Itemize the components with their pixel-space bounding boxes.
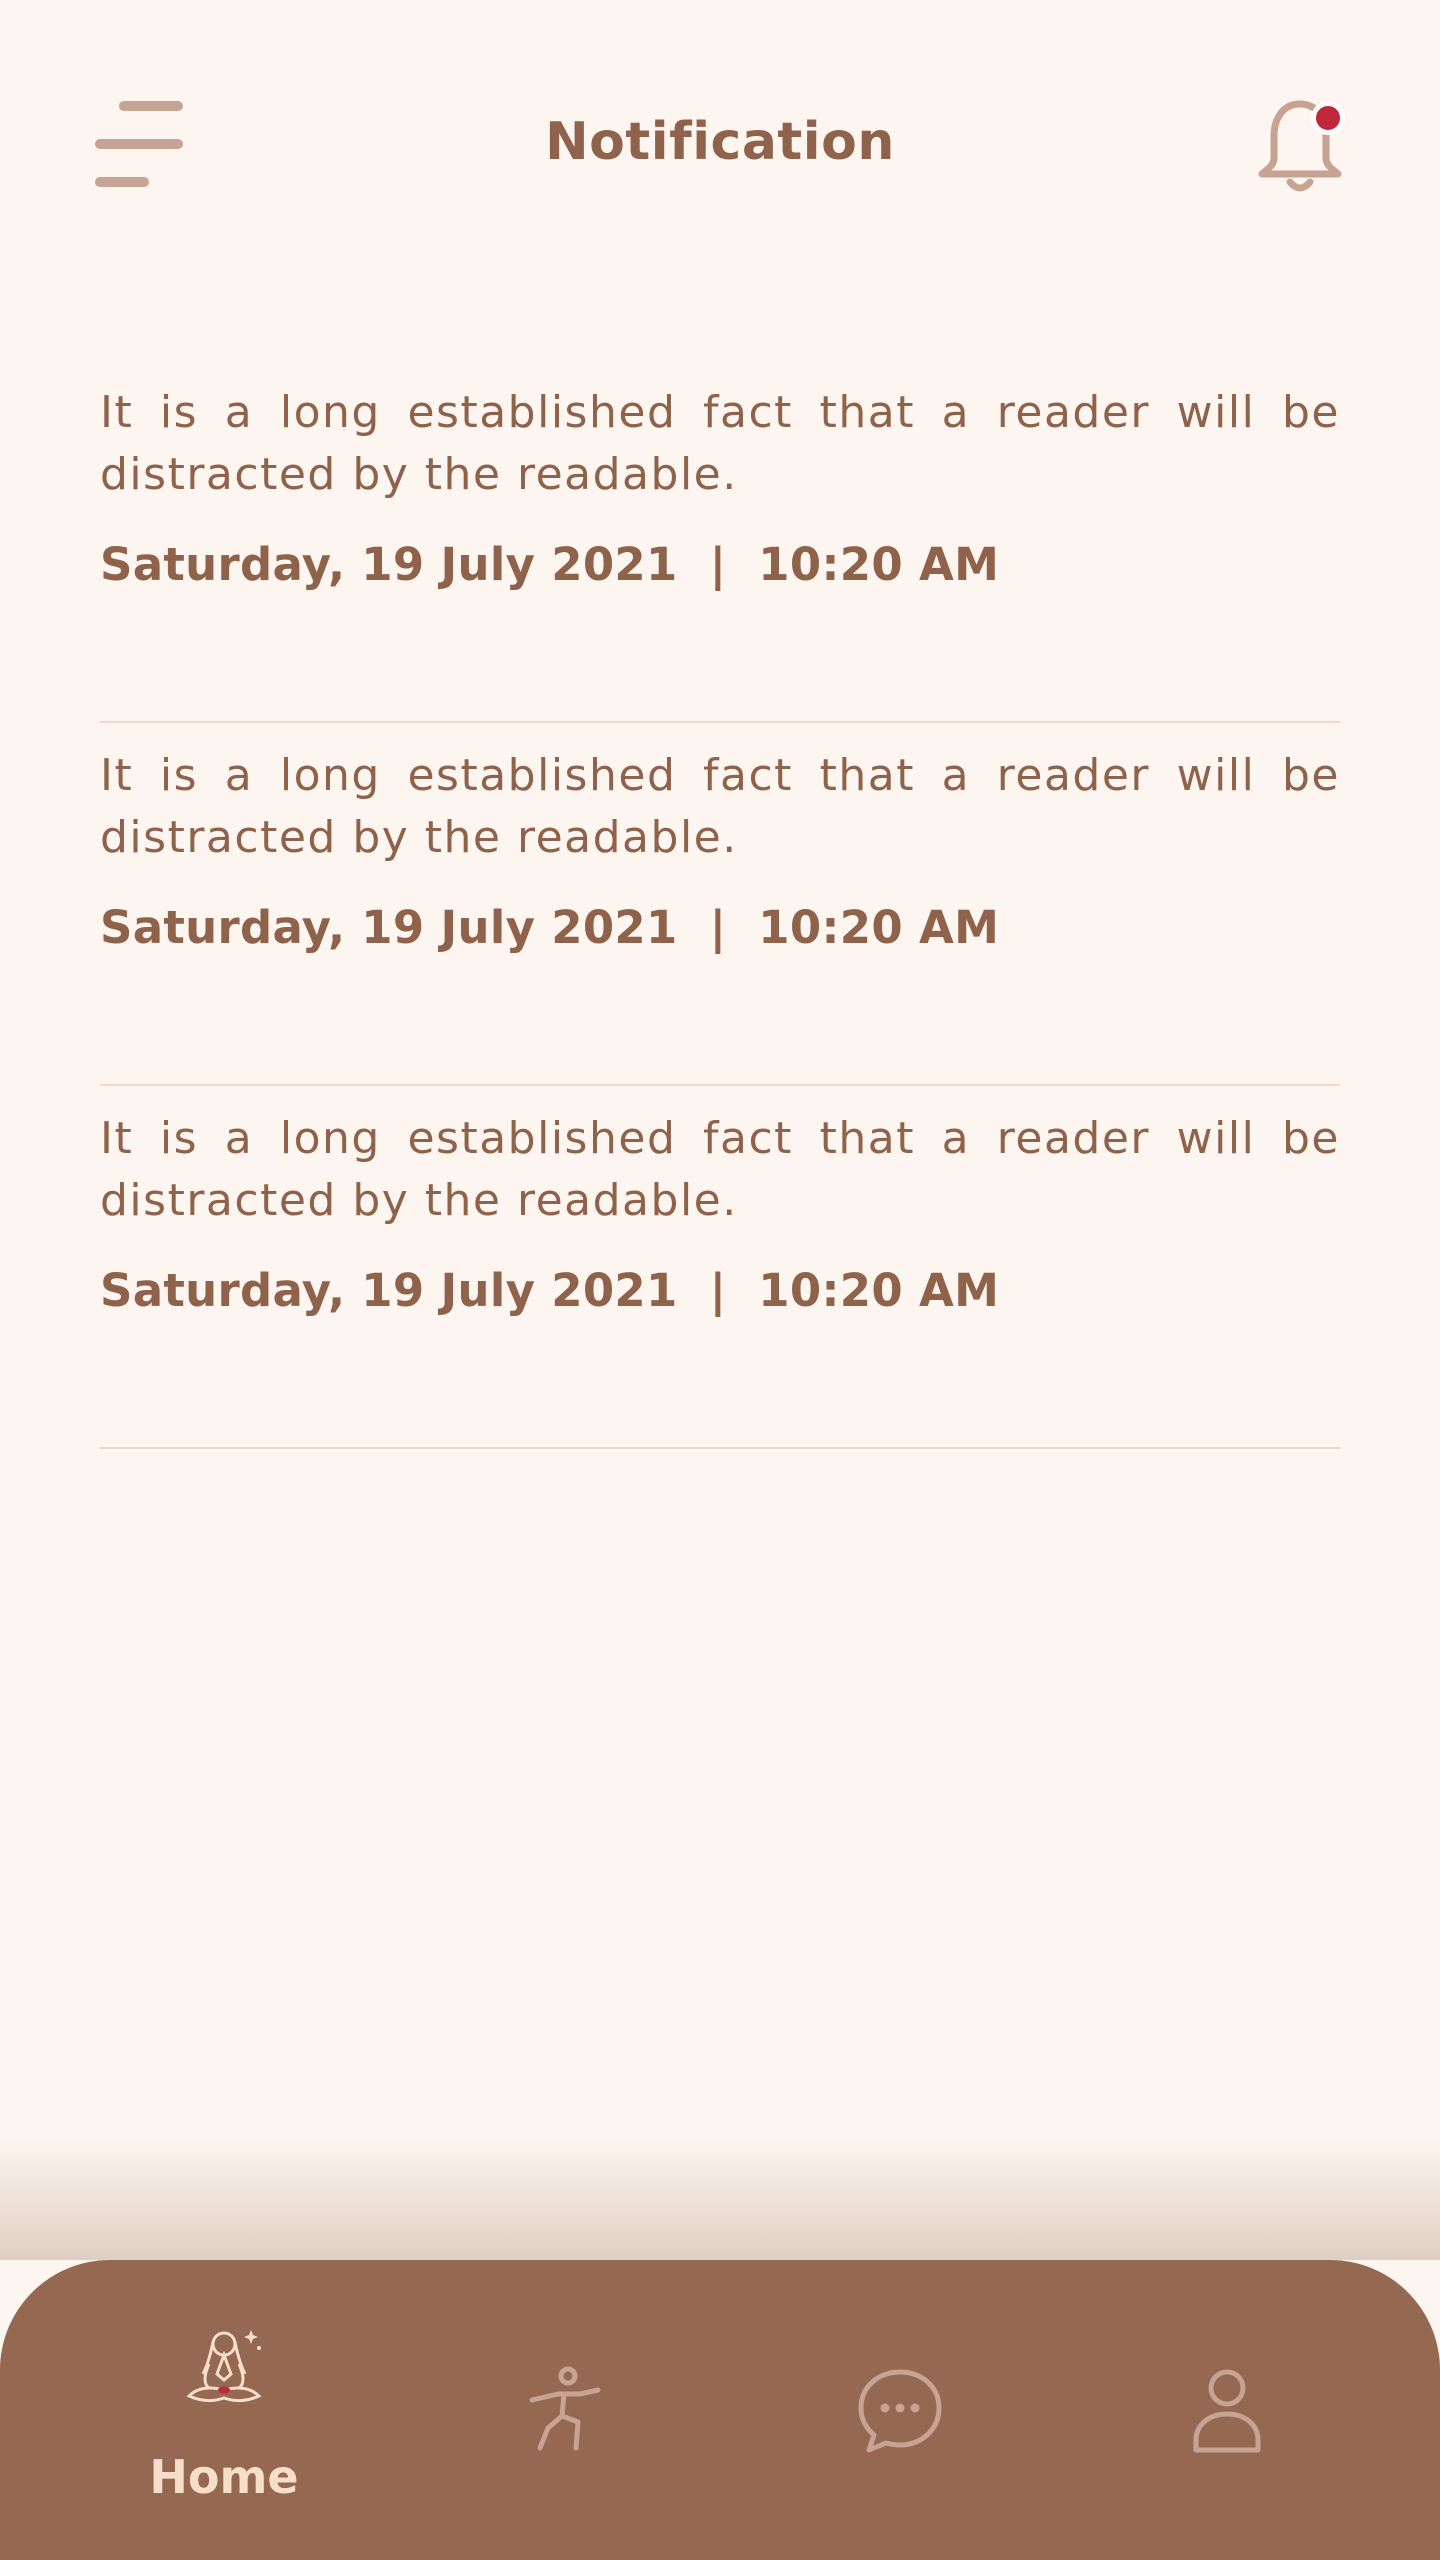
bottom-nav-shadow [0,2140,1440,2260]
yoga-pose-icon [529,2366,601,2451]
profile-icon [1193,2369,1261,2453]
chat-bubble-icon [858,2369,942,2453]
notification-item[interactable]: It is a long established fact that a rea… [100,723,1340,1086]
notification-message: It is a long established fact that a rea… [100,1113,1340,1226]
notification-list: It is a long established fact that a rea… [100,360,1340,1449]
page-title: Notification [545,112,895,172]
notification-item[interactable]: It is a long established fact that a rea… [100,1086,1340,1449]
nav-item-profile[interactable] [1107,2260,1347,2560]
notification-screen: Notification It is a long established fa… [0,0,1440,2560]
bell-icon [1258,100,1345,192]
bottom-navigation-bar: Home [0,2260,1440,2560]
notification-message: It is a long established fact that a rea… [100,387,1340,500]
notification-datetime: Saturday, 19 July 2021 | 10:20 AM [100,901,1000,954]
nav-label-home: Home [149,2450,299,2504]
notification-datetime: Saturday, 19 July 2021 | 10:20 AM [100,1264,1000,1317]
nav-item-exercise[interactable] [443,2260,683,2560]
meditation-home-icon [186,2330,262,2403]
nav-item-chat[interactable] [780,2260,1020,2560]
notification-item[interactable]: It is a long established fact that a rea… [100,360,1340,723]
nav-item-home[interactable]: Home [104,2260,344,2560]
app-header: Notification [0,0,1440,300]
notification-message: It is a long established fact that a rea… [100,750,1340,863]
notification-datetime: Saturday, 19 July 2021 | 10:20 AM [100,538,1000,591]
notification-bell-button[interactable] [1252,96,1358,196]
